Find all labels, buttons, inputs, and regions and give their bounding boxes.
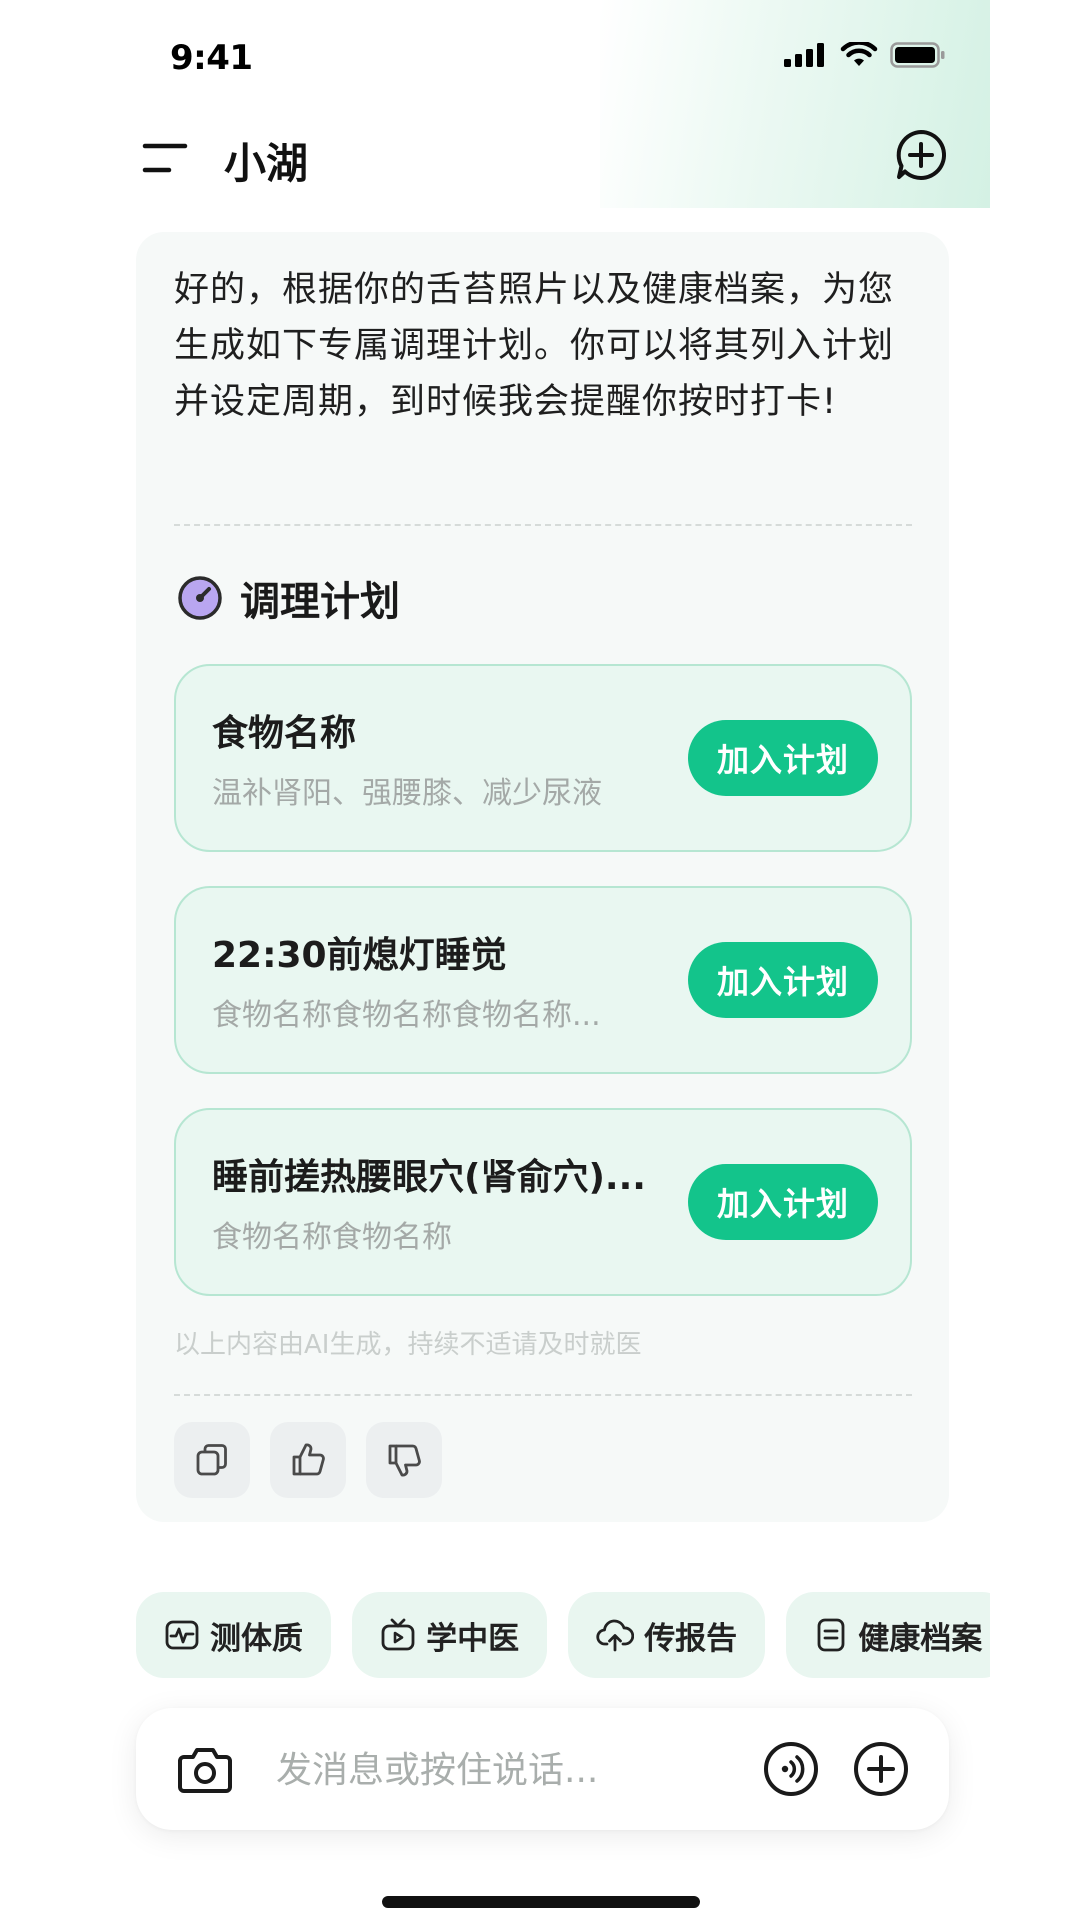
home-indicator: [382, 1896, 700, 1908]
ai-disclaimer: 以上内容由AI生成，持续不适请及时就医: [174, 1330, 642, 1360]
thumbs-up-icon: [292, 1443, 325, 1476]
assistant-message-text: 好的，根据你的舌苔照片以及健康档案，为您生成如下专属调理计划。你可以将其列入计划…: [174, 270, 895, 422]
chat-screen: 9:41 小湖 好的，根据你的舌苔照片以及健康档案，为您生成如下专属调理计划。你…: [0, 0, 1080, 1920]
add-to-plan-button[interactable]: 加入计划: [688, 1164, 878, 1240]
chip-learn-tcm[interactable]: 学中医: [352, 1592, 548, 1678]
message-input-bar: [136, 1708, 949, 1830]
add-icon[interactable]: [852, 1740, 910, 1798]
plan-description: 食物名称食物名称: [212, 1220, 452, 1255]
feedback-row: [174, 1422, 442, 1498]
pulse-icon: [165, 1620, 199, 1650]
document-icon: [817, 1618, 845, 1652]
new-chat-icon[interactable]: [894, 128, 948, 182]
menu-icon[interactable]: [142, 142, 188, 174]
copy-button[interactable]: [174, 1422, 250, 1498]
message-divider: [174, 524, 912, 526]
plan-section-header: 调理计划: [176, 570, 400, 626]
add-to-plan-button[interactable]: 加入计划: [688, 942, 878, 1018]
plan-card: 22:30前熄灯睡觉 食物名称食物名称食物名称... 加入计划: [174, 886, 912, 1074]
camera-icon[interactable]: [176, 1740, 234, 1798]
copy-icon: [196, 1444, 227, 1476]
plan-card: 食物名称 温补肾阳、强腰膝、减少尿液 加入计划: [174, 664, 912, 852]
voice-icon[interactable]: [762, 1740, 820, 1798]
wifi-icon: [840, 42, 878, 66]
status-time: 9:41: [170, 38, 253, 78]
status-icons: [784, 42, 946, 68]
message-input[interactable]: [274, 1738, 698, 1802]
chip-label: 测体质: [210, 1620, 303, 1657]
cloud-upload-icon: [596, 1619, 635, 1652]
chip-upload-report[interactable]: 传报告: [568, 1592, 766, 1678]
plan-name: 睡前搓热腰眼穴(肾俞穴)...: [212, 1157, 646, 1198]
dislike-button[interactable]: [366, 1422, 442, 1498]
plan-section-title: 调理计划: [240, 579, 400, 625]
plan-gauge-icon: [178, 576, 222, 620]
like-button[interactable]: [270, 1422, 346, 1498]
plan-description: 温补肾阳、强腰膝、减少尿液: [212, 776, 602, 811]
plan-description: 食物名称食物名称食物名称...: [212, 998, 601, 1033]
app-header: 小湖: [136, 128, 948, 188]
signal-icon: [784, 43, 824, 67]
battery-icon: [890, 42, 945, 68]
tv-icon: [381, 1618, 415, 1651]
add-to-plan-button[interactable]: 加入计划: [688, 720, 878, 796]
chip-label: 学中医: [426, 1620, 520, 1657]
feedback-divider: [174, 1394, 912, 1396]
chip-label: 健康档案: [858, 1620, 983, 1657]
page-title: 小湖: [224, 139, 309, 188]
plan-name: 22:30前熄灯睡觉: [212, 935, 507, 976]
chip-label: 传报告: [644, 1620, 738, 1657]
quick-action-chips: 测体质 学中医 传报告 健康档案: [136, 1592, 990, 1678]
plan-list: 食物名称 温补肾阳、强腰膝、减少尿液 加入计划 22:30前熄灯睡觉 食物名称食…: [174, 664, 912, 1330]
chip-constitution-test[interactable]: 测体质: [136, 1592, 331, 1678]
plan-card: 睡前搓热腰眼穴(肾俞穴)... 食物名称食物名称 加入计划: [174, 1108, 912, 1296]
chip-health-record[interactable]: 健康档案: [786, 1592, 990, 1678]
plan-name: 食物名称: [212, 713, 357, 754]
thumbs-down-icon: [388, 1444, 421, 1477]
assistant-message-card: 好的，根据你的舌苔照片以及健康档案，为您生成如下专属调理计划。你可以将其列入计划…: [136, 232, 949, 1522]
